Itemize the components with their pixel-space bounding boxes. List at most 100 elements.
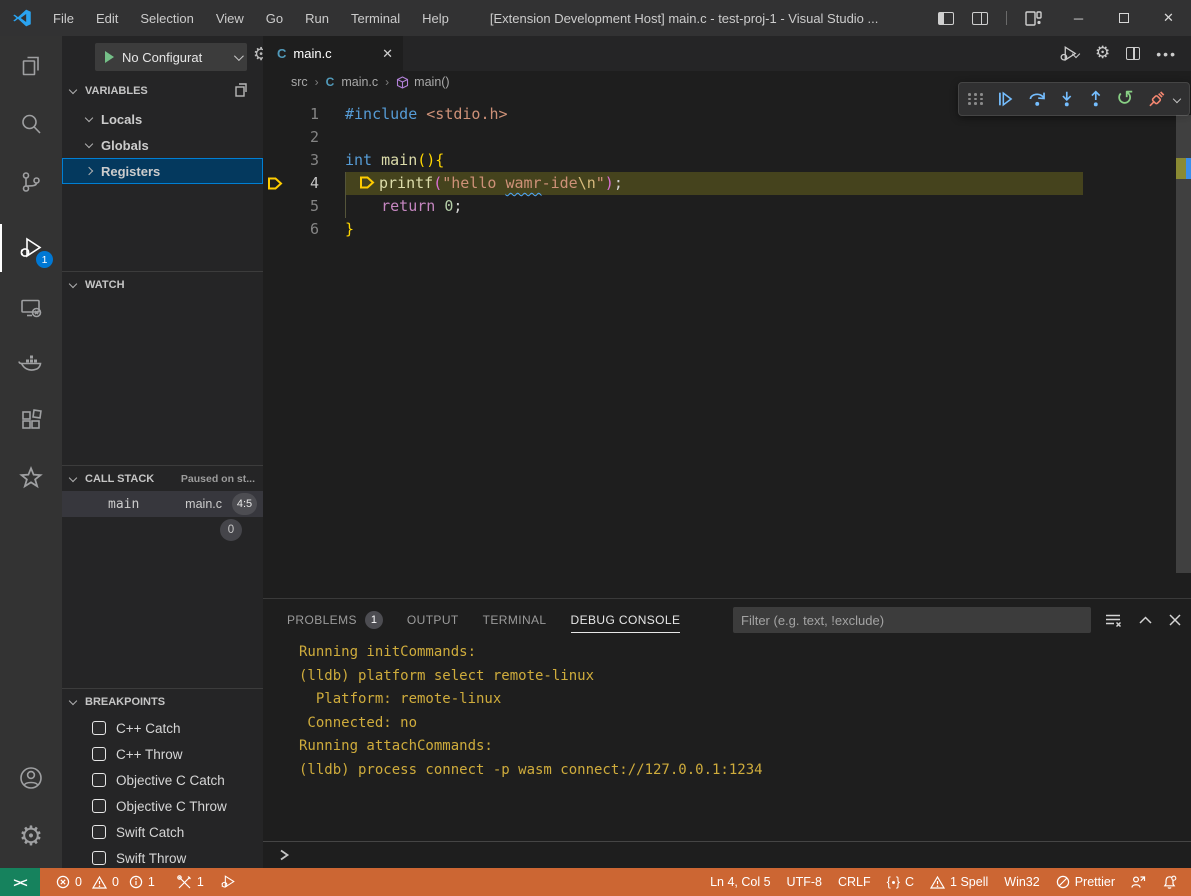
breakpoint-objective-c-throw[interactable]: Objective C Throw [62,793,263,819]
explorer-icon[interactable] [0,40,62,92]
variables-item-globals[interactable]: Globals [62,132,263,158]
problems-status[interactable]: 0 0 1 [48,868,163,896]
chevron-down-icon[interactable] [1173,95,1181,103]
step-into-button[interactable] [1059,90,1075,108]
checkbox-unchecked[interactable] [92,721,106,735]
feedback-button[interactable] [1123,868,1154,896]
editor-gutter[interactable]: 4 [263,172,345,195]
platform-status[interactable]: Win32 [996,868,1047,896]
menu-run[interactable]: Run [294,0,340,36]
encoding-selector[interactable]: UTF-8 [779,868,830,896]
breakpoint-swift-throw[interactable]: Swift Throw [62,845,263,868]
remote-explorer-icon[interactable] [0,282,62,334]
customize-layout-icon[interactable] [1025,11,1042,26]
code-line-content[interactable]: return 0; [345,195,1191,218]
drag-handle[interactable] [968,93,984,105]
search-icon[interactable] [0,98,62,150]
menu-terminal[interactable]: Terminal [340,0,411,36]
checkbox-unchecked[interactable] [92,747,106,761]
debug-console-input[interactable] [263,841,1191,868]
breakpoints-section-header[interactable]: BREAKPOINTS [62,688,263,714]
breadcrumb-item[interactable]: main() [396,75,449,89]
split-editor-icon[interactable] [1126,47,1140,60]
disconnect-button[interactable] [1147,90,1165,109]
call-stack-thread-row[interactable]: 0 [62,517,263,543]
clear-console-icon[interactable] [1105,613,1122,628]
breakpoint-c-catch[interactable]: C++ Catch [62,715,263,741]
maximize-button[interactable] [1101,0,1146,36]
debug-status[interactable] [212,868,244,896]
checkbox-unchecked[interactable] [92,799,106,813]
editor-scrollbar[interactable] [1176,115,1191,573]
close-button[interactable]: ✕ [1146,0,1191,36]
menu-file[interactable]: File [42,0,85,36]
call-stack-frame[interactable]: mainmain.c4:5 [62,491,263,517]
debug-config-dropdown[interactable]: No Configurat [95,43,247,71]
menu-go[interactable]: Go [255,0,294,36]
checkbox-unchecked[interactable] [92,825,106,839]
breakpoint-objective-c-catch[interactable]: Objective C Catch [62,767,263,793]
language-mode[interactable]: {} C [879,868,922,896]
account-icon[interactable] [0,752,62,804]
variables-section-header[interactable]: VARIABLES [62,78,263,104]
remote-indicator[interactable]: >< [0,868,40,896]
breadcrumb-item[interactable]: src [291,75,308,89]
code-line-content[interactable]: } [345,218,1191,241]
variables-item-registers[interactable]: Registers [62,158,263,184]
step-out-button[interactable] [1088,90,1104,108]
panel-tab-terminal[interactable]: TERMINAL [483,599,547,641]
menu-view[interactable]: View [205,0,255,36]
run-or-debug-button[interactable] [1058,44,1079,64]
editor-gutter[interactable]: 2 [263,126,345,149]
panel-tab-problems[interactable]: PROBLEMS1 [287,599,383,641]
more-actions-icon[interactable]: ••• [1156,51,1177,57]
tab-main-c[interactable]: C main.c ✕ [263,36,403,71]
checkbox-unchecked[interactable] [92,773,106,787]
call-stack-section-header[interactable]: CALL STACK Paused on st... [62,465,263,491]
source-control-icon[interactable] [0,156,62,208]
breakpoint-swift-catch[interactable]: Swift Catch [62,819,263,845]
breadcrumb-item[interactable]: Cmain.c [326,75,379,89]
code-line-content[interactable] [345,126,1191,149]
code-line-content[interactable]: int main(){ [345,149,1191,172]
docker-icon[interactable] [0,338,62,390]
editor-gutter[interactable]: 3 [263,149,345,172]
panel-tab-output[interactable]: OUTPUT [407,599,459,641]
menu-edit[interactable]: Edit [85,0,129,36]
menu-selection[interactable]: Selection [129,0,204,36]
code-editor[interactable]: 1#include <stdio.h>23int main(){4printf(… [263,93,1191,598]
spell-checker-status[interactable]: 1 Spell [922,868,996,896]
cursor-position[interactable]: Ln 4, Col 5 [702,868,778,896]
run-and-debug-icon[interactable]: 1 [0,222,62,274]
debug-settings-gear-icon[interactable]: ⚙ [253,46,263,64]
toolchain-status[interactable]: 1 [169,868,212,896]
editor-gutter[interactable]: 6 [263,218,345,241]
code-line-content[interactable]: printf("hello wamr-ide\n"); [345,172,1083,195]
editor-gutter[interactable]: 1 [263,103,345,126]
toggle-sidebar-icon[interactable] [938,12,954,25]
step-over-button[interactable] [1028,90,1046,108]
extensions-icon[interactable] [0,394,62,446]
toggle-secondary-sidebar-icon[interactable] [972,12,988,25]
variables-item-locals[interactable]: Locals [62,106,263,132]
settings-gear-icon[interactable]: ⚙ [0,810,62,862]
star-extension-icon[interactable] [0,452,62,504]
notifications-button[interactable] [1154,868,1185,896]
restart-button[interactable]: ↺ [1116,88,1134,109]
checkbox-unchecked[interactable] [92,851,106,865]
close-icon[interactable]: ✕ [382,46,393,62]
panel-tab-debug-console[interactable]: DEBUG CONSOLE [571,599,681,641]
menu-help[interactable]: Help [411,0,460,36]
copy-icon[interactable] [234,83,249,98]
gear-icon[interactable]: ⚙ [1095,45,1110,62]
close-panel-icon[interactable] [1169,614,1181,626]
breakpoint-c-throw[interactable]: C++ Throw [62,741,263,767]
filter-input[interactable] [733,607,1091,633]
watch-section-header[interactable]: WATCH [62,271,263,297]
editor-gutter[interactable]: 5 [263,195,345,218]
minimize-button[interactable]: ─ [1056,0,1101,36]
eol-selector[interactable]: CRLF [830,868,879,896]
continue-button[interactable] [997,90,1015,108]
maximize-panel-icon[interactable] [1139,616,1152,624]
formatter-status[interactable]: Prettier [1048,868,1123,896]
